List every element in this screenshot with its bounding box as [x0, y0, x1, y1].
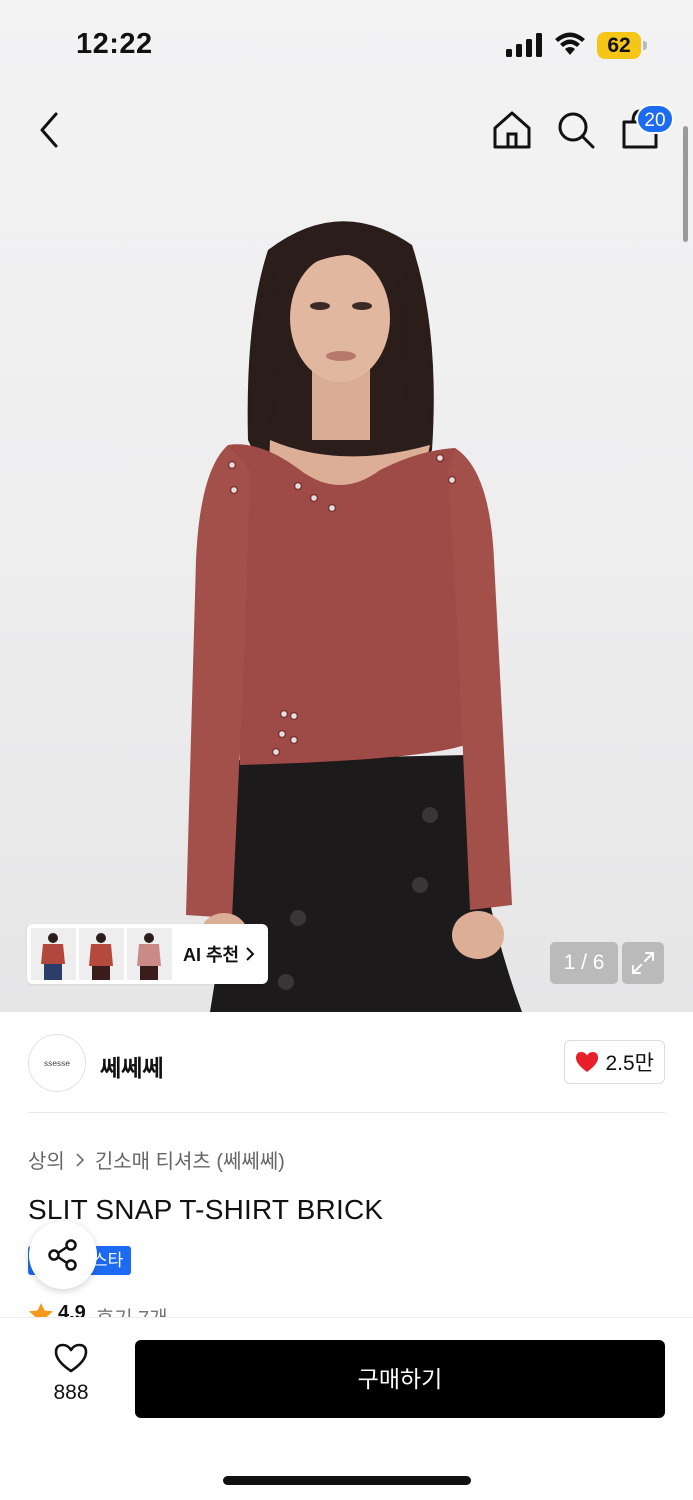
wishlist-button[interactable]: 888	[40, 1342, 102, 1405]
divider	[28, 1112, 665, 1113]
chevron-right-icon	[246, 947, 255, 961]
scrollbar[interactable]	[683, 126, 688, 242]
breadcrumb-chevron-icon	[76, 1152, 85, 1167]
brand-row[interactable]: ssesse 쎄쎄쎄 2.5만	[28, 1034, 665, 1092]
cellular-signal-icon	[506, 33, 542, 57]
heart-filled-icon	[576, 1052, 599, 1072]
status-bar: 12:22 62	[0, 0, 693, 90]
brand-like-button[interactable]: 2.5만	[564, 1040, 665, 1084]
expand-icon	[632, 952, 654, 974]
share-button[interactable]	[29, 1221, 97, 1289]
share-icon	[48, 1239, 77, 1271]
battery-tip	[643, 41, 647, 50]
ai-recommend-label: AI 추천	[183, 945, 240, 965]
home-icon[interactable]	[490, 108, 534, 152]
breadcrumb: 상의 긴소매 티셔츠 (쎄쎄쎄)	[28, 1145, 285, 1174]
thumbnail-1[interactable]	[31, 928, 76, 980]
wishlist-count: 888	[53, 1381, 89, 1404]
product-image-gallery[interactable]: 12:22 62 20 AI 추천 1 / 6	[0, 0, 693, 1012]
status-time: 12:22	[76, 28, 153, 60]
brand-name[interactable]: 쎄쎄쎄	[100, 1049, 163, 1083]
battery-indicator: 62	[597, 32, 641, 59]
product-photo	[186, 221, 522, 1012]
expand-button[interactable]	[622, 942, 664, 984]
brand-like-count: 2.5만	[605, 1052, 654, 1075]
heart-outline-icon	[54, 1343, 88, 1373]
wifi-icon	[555, 32, 585, 55]
breadcrumb-subcategory[interactable]: 긴소매 티셔츠 (쎄쎄쎄)	[95, 1145, 285, 1174]
thumbnail-2[interactable]	[79, 928, 124, 980]
image-counter: 1 / 6	[550, 942, 618, 984]
cart-count-badge: 20	[636, 104, 674, 134]
back-arrow-icon[interactable]	[34, 110, 66, 150]
home-indicator[interactable]	[223, 1476, 471, 1485]
thumbnail-3[interactable]	[127, 928, 172, 980]
ai-recommend-card[interactable]: AI 추천	[27, 924, 268, 984]
product-title: SLIT SNAP T-SHIRT BRICK	[28, 1194, 384, 1225]
product-detail-screen: 12:22 62 20 AI 추천 1 / 6 ssesse 쎄쎄쎄 2.5만 …	[0, 0, 693, 1500]
search-icon[interactable]	[556, 110, 596, 150]
buy-button[interactable]: 구매하기	[135, 1340, 665, 1418]
brand-logo[interactable]: ssesse	[28, 1034, 86, 1092]
breadcrumb-category[interactable]: 상의	[28, 1145, 65, 1174]
